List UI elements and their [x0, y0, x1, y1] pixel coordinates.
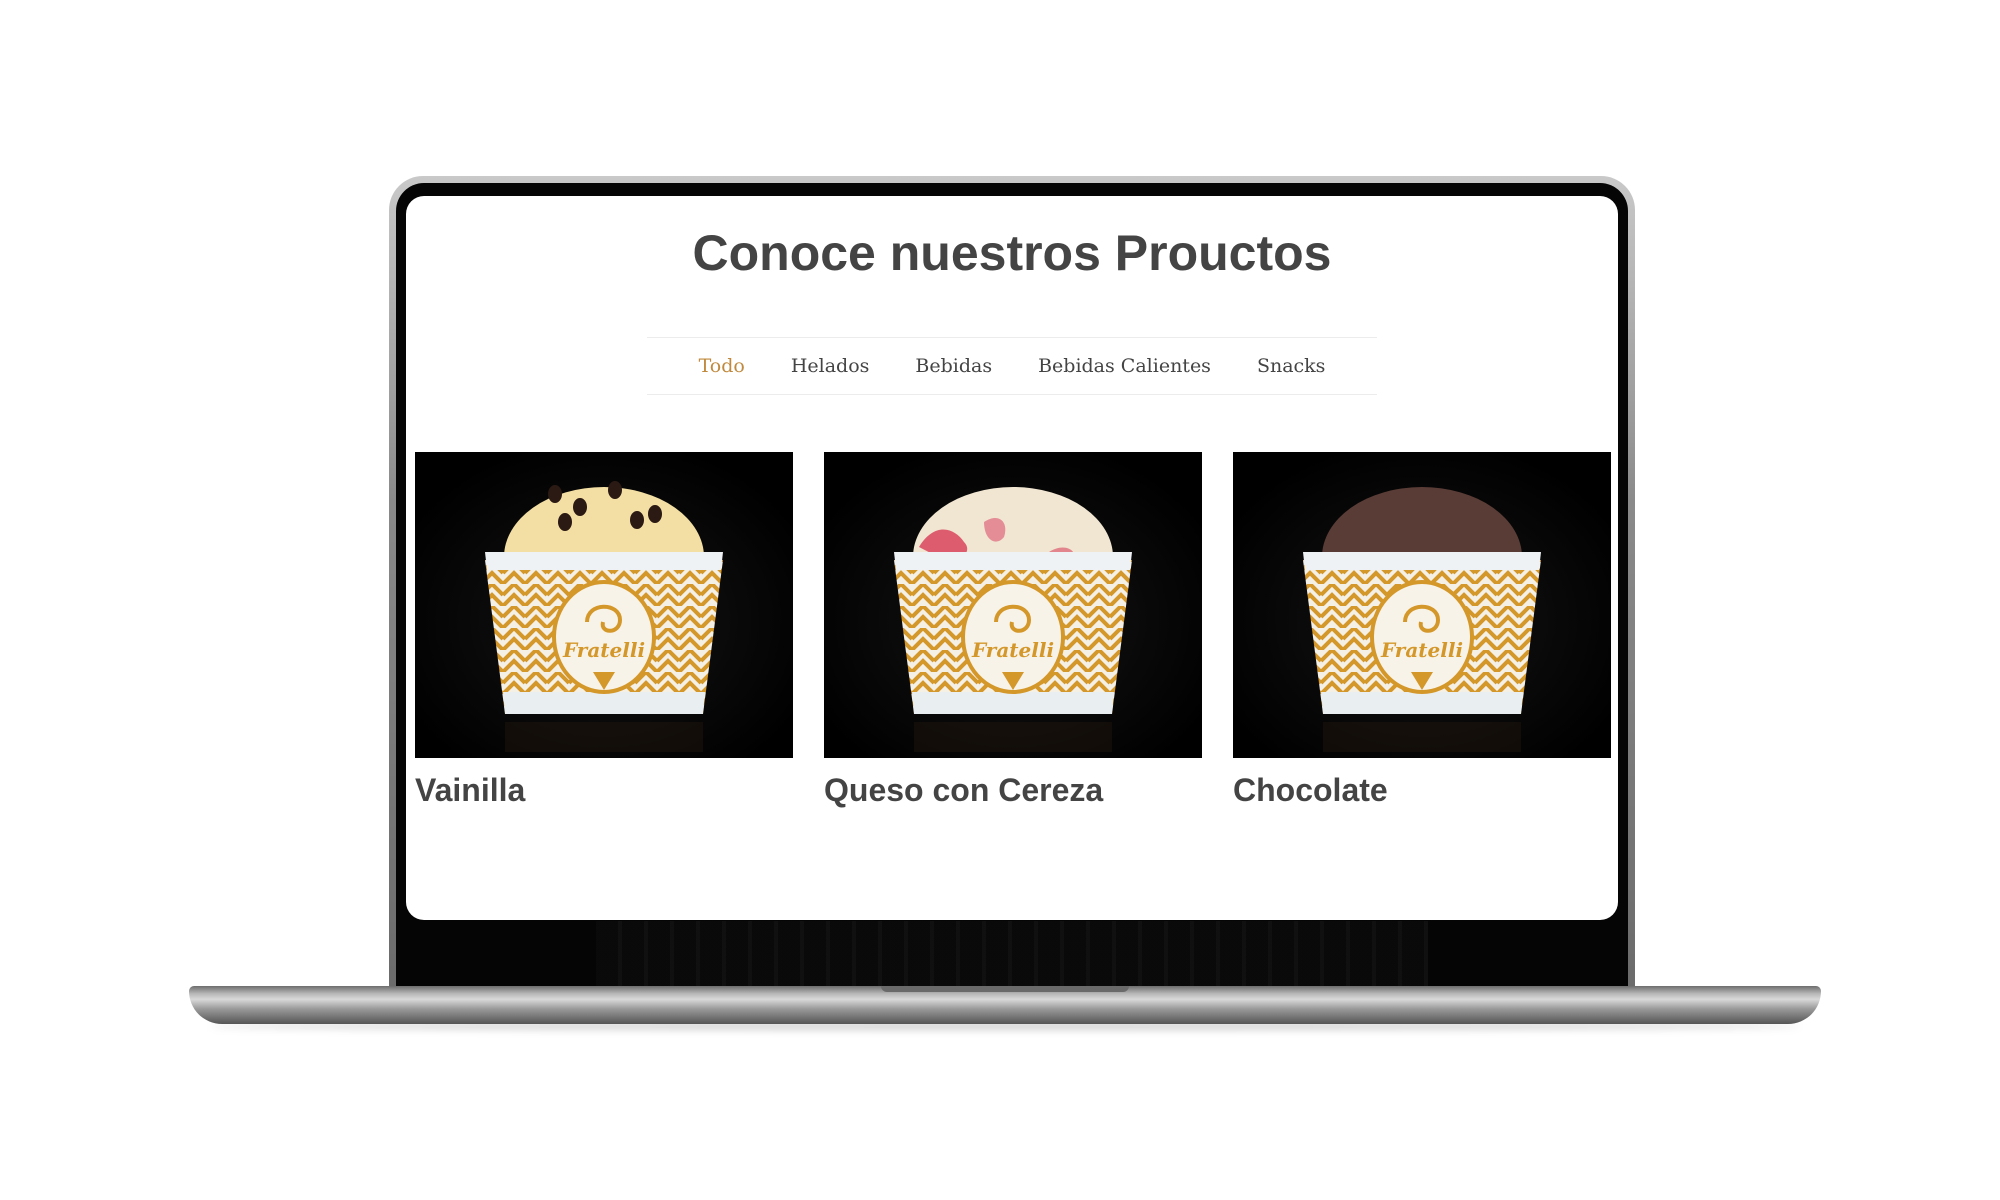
- filter-snacks[interactable]: Snacks: [1257, 355, 1326, 377]
- svg-text:Fratelli: Fratelli: [1380, 638, 1463, 662]
- laptop-base: [189, 986, 1821, 1024]
- product-name[interactable]: Vainilla: [415, 772, 793, 809]
- category-filter-bar: Todo Helados Bebidas Bebidas Calientes S…: [647, 337, 1377, 395]
- laptop-notch: [881, 986, 1129, 992]
- product-card[interactable]: Fratelli Vainilla: [415, 452, 793, 809]
- product-image[interactable]: Fratelli: [415, 452, 793, 758]
- laptop-screen: Conoce nuestros Prouctos Todo Helados Be…: [406, 196, 1618, 920]
- keyboard-reflection: [596, 921, 1428, 991]
- product-grid: Fratelli Vainilla Fratelli Queso con Cer…: [415, 452, 1611, 809]
- product-image[interactable]: Fratelli: [824, 452, 1202, 758]
- product-card[interactable]: Fratelli Queso con Cereza: [824, 452, 1202, 809]
- filter-bebidas[interactable]: Bebidas: [915, 355, 992, 377]
- product-image[interactable]: Fratelli: [1233, 452, 1611, 758]
- ice-cream-cup-icon: Fratelli: [1233, 452, 1611, 758]
- product-name[interactable]: Chocolate: [1233, 772, 1611, 809]
- svg-text:Fratelli: Fratelli: [971, 638, 1054, 662]
- ice-cream-cup-icon: Fratelli: [415, 452, 793, 758]
- page-title: Conoce nuestros Prouctos: [692, 225, 1332, 281]
- filter-helados[interactable]: Helados: [791, 355, 870, 377]
- svg-text:Fratelli: Fratelli: [562, 638, 645, 662]
- filter-todo[interactable]: Todo: [699, 355, 745, 377]
- product-card[interactable]: Fratelli Chocolate: [1233, 452, 1611, 809]
- product-name[interactable]: Queso con Cereza: [824, 772, 1202, 809]
- ice-cream-cup-icon: Fratelli: [824, 452, 1202, 758]
- filter-bebidas-calientes[interactable]: Bebidas Calientes: [1038, 355, 1211, 377]
